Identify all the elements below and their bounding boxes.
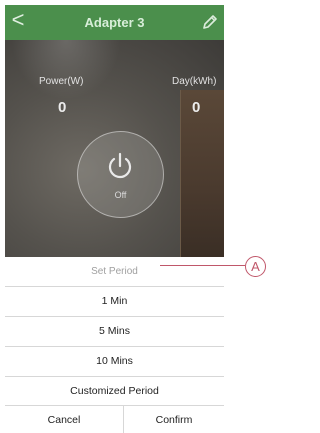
back-arrow-icon: < bbox=[11, 7, 25, 32]
set-period-sheet: Set Period 1 Min 5 Mins 10 Mins Customiz… bbox=[5, 257, 224, 433]
background-photo bbox=[11, 40, 121, 100]
callout-badge: A bbox=[245, 256, 266, 277]
sheet-footer: Cancel Confirm bbox=[5, 405, 224, 433]
day-energy-label: Day(kWh) bbox=[172, 76, 217, 87]
app-screen: < Adapter 3 Power(W) 0 Day(kWh) 0 Off Se… bbox=[5, 5, 224, 433]
day-energy-value: 0 bbox=[192, 99, 201, 116]
option-1-min[interactable]: 1 Min bbox=[5, 286, 224, 316]
back-button[interactable]: < bbox=[9, 7, 27, 35]
callout-line bbox=[160, 265, 245, 266]
page-title: Adapter 3 bbox=[84, 15, 145, 30]
switch-state-label: Off bbox=[114, 190, 127, 200]
confirm-button[interactable]: Confirm bbox=[124, 406, 224, 433]
top-bar: < Adapter 3 bbox=[5, 5, 224, 40]
edit-button[interactable] bbox=[201, 13, 219, 31]
option-customized-period[interactable]: Customized Period bbox=[5, 376, 224, 406]
option-10-mins[interactable]: 10 Mins bbox=[5, 346, 224, 376]
power-icon bbox=[108, 152, 132, 179]
option-5-mins[interactable]: 5 Mins bbox=[5, 316, 224, 346]
sheet-title: Set Period bbox=[91, 266, 138, 277]
device-panel: Power(W) 0 Day(kWh) 0 Off bbox=[5, 40, 224, 257]
power-toggle-button[interactable]: Off bbox=[77, 131, 164, 218]
power-label: Power(W) bbox=[39, 76, 84, 87]
power-value: 0 bbox=[58, 99, 67, 116]
pencil-icon bbox=[203, 15, 217, 29]
background-shelf bbox=[180, 90, 224, 257]
cancel-button[interactable]: Cancel bbox=[5, 406, 123, 433]
